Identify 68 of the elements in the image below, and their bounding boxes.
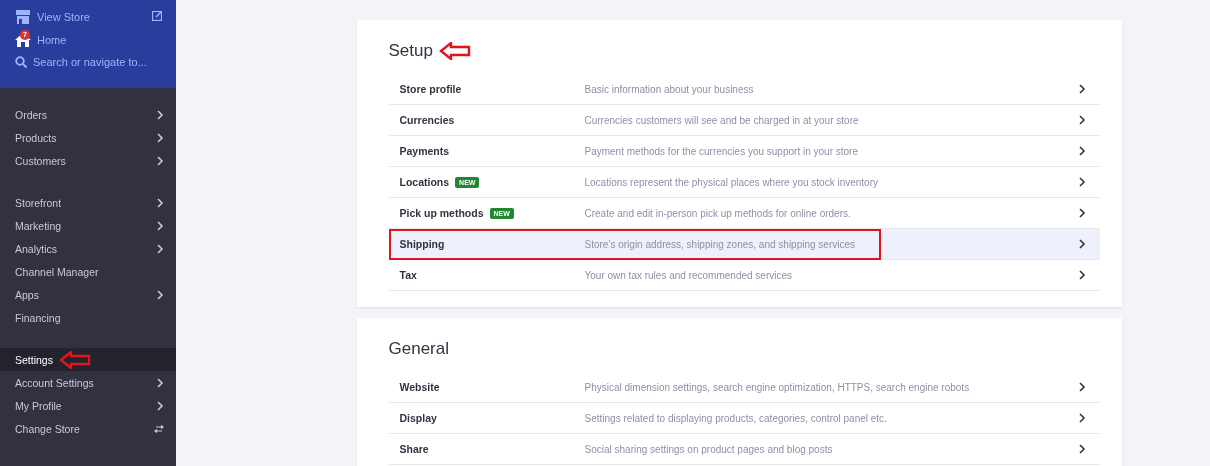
sidebar-item[interactable]: Marketing <box>0 214 176 237</box>
row-title: Shipping <box>399 238 445 250</box>
sidebar-item[interactable]: Orders <box>0 103 176 126</box>
row-title: Share <box>399 443 429 455</box>
sidebar-item[interactable]: Customers <box>0 149 176 172</box>
settings-row[interactable]: Share Social sharing settings on product pages and blog posts <box>388 434 1100 465</box>
sidebar-item[interactable]: Analytics <box>0 237 176 260</box>
sidebar-item[interactable]: Products <box>0 126 176 149</box>
settings-row[interactable]: Tax Your own tax rules and recommended services <box>388 260 1100 291</box>
chevron-right-icon <box>156 377 164 388</box>
external-link-icon <box>152 10 162 21</box>
row-description: Basic information about your business <box>584 83 755 95</box>
chevron-right-icon <box>1077 413 1086 423</box>
settings-row[interactable]: Store profile Basic information about your business <box>388 74 1100 105</box>
search-field[interactable]: Search or navigate to... <box>15 52 162 71</box>
chevron-right-icon <box>156 243 164 254</box>
row-description: Create and edit in-person pick up methods for online orders. <box>584 207 852 219</box>
settings-row[interactable]: Display Settings related to displaying products, categories, control panel etc. <box>388 403 1100 434</box>
row-description: Payment methods for the currencies you support in your store <box>584 145 859 157</box>
row-title: Payments <box>399 145 450 157</box>
swap-arrows-icon <box>154 424 164 433</box>
row-description: Your own tax rules and recommended services <box>584 269 793 281</box>
row-description: Physical dimension settings, search engine optimization, HTTPS, search engine robots <box>584 381 971 393</box>
chevron-right-icon <box>1077 444 1086 454</box>
row-title: Tax <box>399 269 417 281</box>
sidebar-item[interactable]: Account Settings <box>0 371 176 394</box>
chevron-right-icon <box>156 132 164 143</box>
row-title: Currencies <box>399 114 455 126</box>
settings-row[interactable]: Payments Payment methods for the currencies you support in your store <box>388 136 1100 167</box>
sidebar-item[interactable]: My Profile <box>0 394 176 417</box>
chevron-right-icon <box>156 109 164 120</box>
chevron-right-icon <box>156 289 164 300</box>
section-title: Setup <box>388 41 433 61</box>
row-description: Locations represent the physical places where you stock inventory <box>584 176 879 188</box>
chevron-right-icon <box>1077 84 1086 94</box>
row-description: Social sharing settings on product pages and blog posts <box>584 443 834 455</box>
search-icon <box>15 55 27 68</box>
settings-row[interactable]: Shipping Store’s origin address, shipping zones, and shipping services <box>388 229 1100 260</box>
row-title: Pick up methods <box>399 207 484 219</box>
chevron-right-icon <box>1077 177 1086 187</box>
row-title: Display <box>399 412 437 424</box>
section-title: General <box>388 339 449 359</box>
row-description: Store’s origin address, shipping zones, and shipping services <box>584 238 857 250</box>
sidebar-item[interactable]: Change Store <box>0 417 176 440</box>
sidebar-item[interactable]: Channel Manager <box>0 260 176 283</box>
settings-row[interactable]: Website Physical dimension settings, search engine optimization, HTTPS, search engine robots <box>388 372 1100 403</box>
chevron-right-icon <box>1077 382 1086 392</box>
row-title: Locations <box>399 176 450 188</box>
chevron-right-icon <box>156 400 164 411</box>
chevron-right-icon <box>156 155 164 166</box>
row-title: Website <box>399 381 440 393</box>
chevron-right-icon <box>156 220 164 231</box>
chevron-right-icon <box>1077 146 1086 156</box>
chevron-right-icon <box>156 197 164 208</box>
view-store-link[interactable]: View Store <box>15 7 90 24</box>
sidebar-item[interactable]: Settings <box>0 348 176 371</box>
row-description: Settings related to displaying products, categories, control panel etc. <box>584 412 888 424</box>
sidebar-item[interactable]: Storefront <box>0 191 176 214</box>
row-title: Store profile <box>399 83 462 95</box>
chevron-right-icon <box>1077 115 1086 125</box>
row-description: Currencies customers will see and be charged in at your store <box>584 114 860 126</box>
sidebar-item[interactable]: Financing <box>0 306 176 329</box>
chevron-right-icon <box>1077 208 1086 218</box>
store-icon <box>15 10 31 24</box>
chevron-right-icon <box>1077 239 1086 249</box>
chevron-right-icon <box>1077 270 1086 280</box>
sidebar-item[interactable]: Apps <box>0 283 176 306</box>
settings-row[interactable]: Currencies Currencies customers will see and be charged in at your store <box>388 105 1100 136</box>
